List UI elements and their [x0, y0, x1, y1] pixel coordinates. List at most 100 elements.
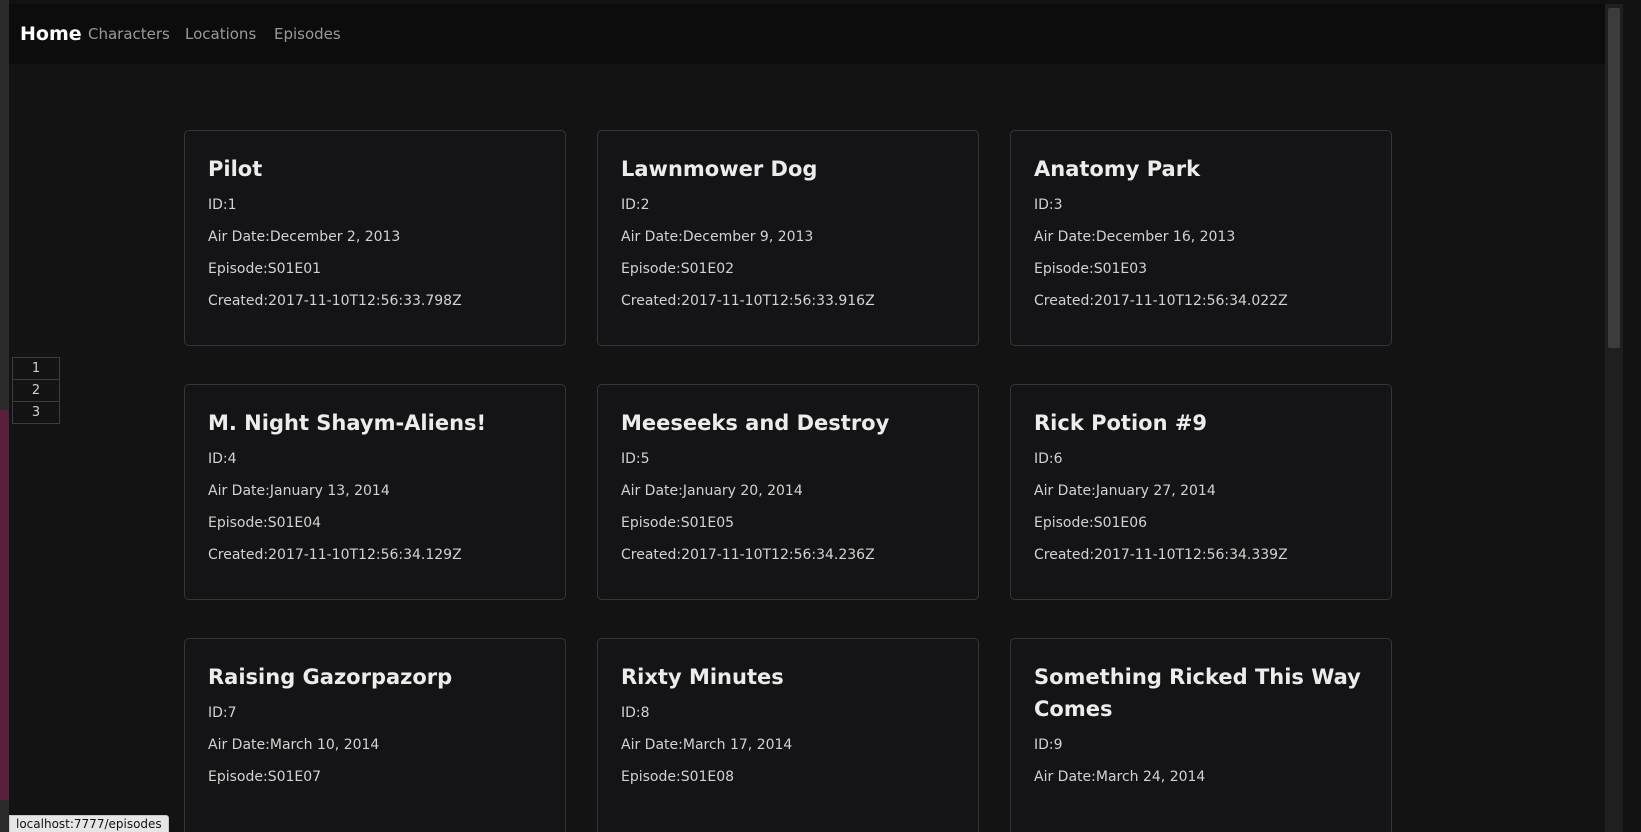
- episode-code: Episode:S01E02: [621, 253, 955, 285]
- episode-id-value: 8: [640, 705, 650, 721]
- episode-card[interactable]: Pilot ID:1 Air Date:December 2, 2013 Episod…: [184, 130, 566, 346]
- episode-code-value: S01E01: [267, 261, 322, 277]
- episode-id-label: ID:: [208, 705, 228, 721]
- episode-air-date: Air Date:January 27, 2014: [1034, 475, 1368, 507]
- episode-air-date-label: Air Date:: [1034, 483, 1096, 499]
- episode-created-value: 2017-11-10T12:56:34.236Z: [681, 547, 875, 563]
- app-window: Home Characters Locations Episodes 1 2 3…: [9, 4, 1623, 832]
- episode-air-date: Air Date:December 16, 2013: [1034, 221, 1368, 253]
- episode-id-value: 7: [227, 705, 237, 721]
- episode-code: Episode:S01E07: [208, 761, 542, 793]
- episode-code-value: S01E05: [680, 515, 735, 531]
- episode-id-label: ID:: [208, 451, 228, 467]
- episode-air-date-label: Air Date:: [621, 483, 683, 499]
- episode-card[interactable]: Raising Gazorpazorp ID:7 Air Date:March 10…: [184, 638, 566, 832]
- episode-card[interactable]: Meeseeks and Destroy ID:5 Air Date:January…: [597, 384, 979, 600]
- episode-code: Episode:S01E06: [1034, 507, 1368, 539]
- episode-id: ID:2: [621, 189, 955, 221]
- episode-code-value: S01E03: [1093, 261, 1148, 277]
- episode-created-value: 2017-11-10T12:56:34.129Z: [268, 547, 462, 563]
- episode-created-value: 2017-11-10T12:56:34.022Z: [1094, 293, 1288, 309]
- episode-air-date-value: March 17, 2014: [682, 737, 793, 753]
- episode-created-label: Created:: [621, 547, 682, 563]
- episode-title: Raising Gazorpazorp: [208, 665, 453, 689]
- episode-code-value: S01E02: [680, 261, 735, 277]
- episode-created-label: Created:: [1034, 547, 1095, 563]
- episode-air-date: Air Date:January 20, 2014: [621, 475, 955, 507]
- episode-code-label: Episode:: [621, 261, 681, 277]
- episode-code-label: Episode:: [208, 769, 268, 785]
- episode-id: ID:1: [208, 189, 542, 221]
- episode-air-date-label: Air Date:: [1034, 769, 1096, 785]
- scrollbar[interactable]: [1605, 4, 1623, 832]
- episode-created-label: Created:: [621, 293, 682, 309]
- episode-id-label: ID:: [1034, 451, 1054, 467]
- background-window-edge: [0, 0, 9, 832]
- episode-air-date-label: Air Date:: [208, 483, 270, 499]
- episode-id-value: 9: [1053, 737, 1063, 753]
- episode-card[interactable]: Rick Potion #9 ID:6 Air Date:January 27, 2…: [1010, 384, 1392, 600]
- episode-id: ID:5: [621, 443, 955, 475]
- episode-card[interactable]: Anatomy Park ID:3 Air Date:December 16, 20…: [1010, 130, 1392, 346]
- episode-created-label: Created:: [208, 293, 269, 309]
- episode-created-value: 2017-11-10T12:56:33.798Z: [268, 293, 462, 309]
- episode-code: Episode:S01E04: [208, 507, 542, 539]
- episode-title: Rixty Minutes: [621, 665, 784, 689]
- episode-air-date-label: Air Date:: [208, 737, 270, 753]
- episode-card[interactable]: M. Night Shaym-Aliens! ID:4 Air Date:Janua…: [184, 384, 566, 600]
- episode-id-label: ID:: [1034, 737, 1054, 753]
- episode-air-date: Air Date:March 24, 2014: [1034, 761, 1368, 793]
- episode-created: Created:2017-11-10T12:56:33.798Z: [208, 285, 542, 317]
- episode-id-label: ID:: [621, 451, 641, 467]
- episode-air-date-value: December 9, 2013: [682, 229, 814, 245]
- episode-air-date: Air Date:March 17, 2014: [621, 729, 955, 761]
- episode-title: Rick Potion #9: [1034, 411, 1208, 435]
- episode-air-date: Air Date:December 9, 2013: [621, 221, 955, 253]
- episode-air-date-label: Air Date:: [208, 229, 270, 245]
- episode-air-date-value: March 24, 2014: [1095, 769, 1206, 785]
- episode-id-value: 6: [1053, 451, 1063, 467]
- episode-id-label: ID:: [1034, 197, 1054, 213]
- episode-air-date-value: March 10, 2014: [269, 737, 380, 753]
- episode-code-label: Episode:: [208, 515, 268, 531]
- episode-code-value: S01E07: [267, 769, 322, 785]
- episode-id-label: ID:: [208, 197, 228, 213]
- episode-card[interactable]: Something Ricked This Way Comes ID:9 Air D…: [1010, 638, 1392, 832]
- episode-air-date: Air Date:March 10, 2014: [208, 729, 542, 761]
- episode-air-date-value: January 20, 2014: [682, 483, 803, 499]
- episode-air-date-value: December 16, 2013: [1095, 229, 1236, 245]
- episode-id: ID:8: [621, 697, 955, 729]
- episode-id: ID:7: [208, 697, 542, 729]
- scrollbar-thumb[interactable]: [1608, 8, 1620, 348]
- episode-code-label: Episode:: [1034, 515, 1094, 531]
- episode-id-label: ID:: [621, 197, 641, 213]
- episode-created-value: 2017-11-10T12:56:34.339Z: [1094, 547, 1288, 563]
- episode-grid: Pilot ID:1 Air Date:December 2, 2013 Episod…: [9, 4, 1605, 832]
- status-bar-url: localhost:7777/episodes: [9, 815, 169, 832]
- episode-title: M. Night Shaym-Aliens!: [208, 411, 487, 435]
- episode-id-label: ID:: [621, 705, 641, 721]
- episode-id-value: 2: [640, 197, 650, 213]
- episode-code-label: Episode:: [621, 769, 681, 785]
- episode-title: Pilot: [208, 157, 263, 181]
- episode-title: Meeseeks and Destroy: [621, 411, 890, 435]
- episode-created: Created:2017-11-10T12:56:34.339Z: [1034, 539, 1368, 571]
- episode-id-value: 5: [640, 451, 650, 467]
- episode-created: Created:2017-11-10T12:56:34.129Z: [208, 539, 542, 571]
- episode-id-value: 4: [227, 451, 237, 467]
- episode-code-label: Episode:: [208, 261, 268, 277]
- episode-air-date-value: January 27, 2014: [1095, 483, 1216, 499]
- episode-card[interactable]: Lawnmower Dog ID:2 Air Date:December 9, 20…: [597, 130, 979, 346]
- desktop-wallpaper-strip: [0, 410, 9, 800]
- episode-card[interactable]: Rixty Minutes ID:8 Air Date:March 17, 2014…: [597, 638, 979, 832]
- episode-code-label: Episode:: [1034, 261, 1094, 277]
- episode-title: Lawnmower Dog: [621, 157, 818, 181]
- episode-created: Created:2017-11-10T12:56:34.236Z: [621, 539, 955, 571]
- episode-air-date: Air Date:January 13, 2014: [208, 475, 542, 507]
- episode-air-date-label: Air Date:: [621, 737, 683, 753]
- episode-created-label: Created:: [208, 547, 269, 563]
- episode-air-date-label: Air Date:: [1034, 229, 1096, 245]
- episode-code: Episode:S01E03: [1034, 253, 1368, 285]
- episode-code: Episode:S01E05: [621, 507, 955, 539]
- episode-title: Something Ricked This Way Comes: [1034, 665, 1361, 721]
